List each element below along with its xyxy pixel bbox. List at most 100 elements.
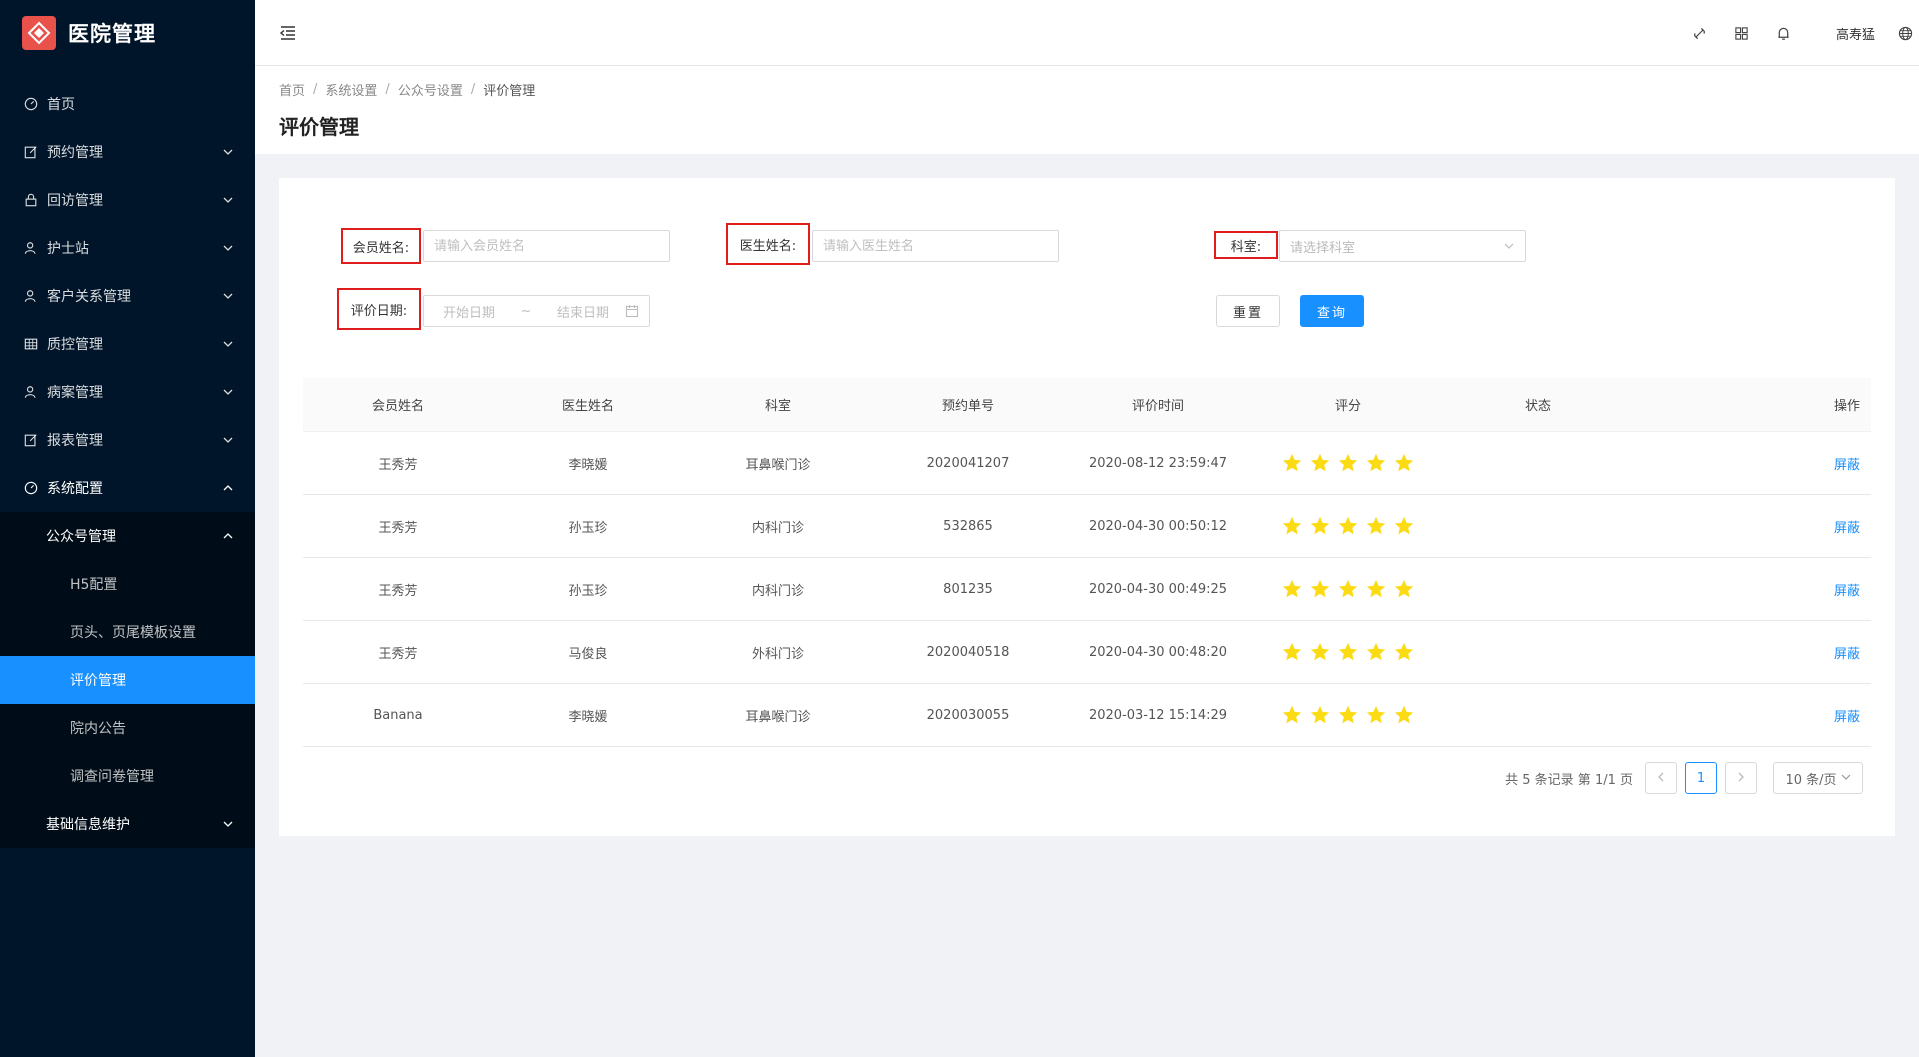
star-icon <box>1365 515 1387 537</box>
star-icon <box>1281 578 1303 600</box>
logo[interactable]: 医院管理 <box>0 0 255 66</box>
content-card: 会员姓名: 医生姓名: 科室: 请选择科室 评价日期: 开始日期 ~ 结束日期 … <box>279 178 1895 836</box>
sidebar-item-nurse-station[interactable]: 护士站 <box>0 224 255 272</box>
date-separator: ~ <box>520 303 532 319</box>
doctor-name-input[interactable] <box>812 230 1059 262</box>
block-link[interactable]: 屏蔽 <box>1834 521 1860 536</box>
sidebar-item-announcements[interactable]: 院内公告 <box>0 704 255 752</box>
page-size-label: 10 条/页 <box>1785 772 1837 788</box>
block-link[interactable]: 屏蔽 <box>1834 710 1860 725</box>
sidebar-item-review-mgmt[interactable]: 评价管理 <box>0 656 255 704</box>
doctor-name-field[interactable] <box>823 238 1058 254</box>
page-number-button[interactable]: 1 <box>1685 762 1717 794</box>
chevron-down-icon <box>223 818 235 830</box>
cell-order-number: 2020040518 <box>926 644 1010 660</box>
sidebar-item-label: 页头、页尾模板设置 <box>70 625 196 641</box>
sidebar-item-wechat-mgmt[interactable]: 公众号管理 <box>0 512 255 560</box>
cell-department: 耳鼻喉门诊 <box>745 457 811 473</box>
bell-icon[interactable] <box>1774 23 1794 43</box>
star-icon <box>1309 515 1331 537</box>
dashboard-icon <box>23 96 39 112</box>
sidebar-item-home[interactable]: 首页 <box>0 80 255 128</box>
date-start[interactable]: 开始日期 <box>424 302 514 321</box>
cell-department: 内科门诊 <box>751 520 804 536</box>
breadcrumb: 首页 / 系统设置 / 公众号设置 / 评价管理 <box>279 80 1919 99</box>
prev-page-button[interactable] <box>1645 762 1677 794</box>
menu-fold-icon[interactable] <box>278 23 298 43</box>
breadcrumb-separator: / <box>313 82 318 97</box>
table-row: 王秀芳 孙玉珍 内科门诊 801235 2020-04-30 00:49:25 … <box>303 558 1871 621</box>
sidebar-item-quality[interactable]: 质控管理 <box>0 320 255 368</box>
breadcrumb-home[interactable]: 首页 <box>279 80 305 99</box>
globe-icon[interactable] <box>1895 23 1915 43</box>
breadcrumb-separator: / <box>470 82 476 97</box>
star-icon <box>1337 452 1359 474</box>
cell-member: 王秀芳 <box>378 583 418 599</box>
chevron-down-icon <box>223 194 235 206</box>
sidebar-item-reports[interactable]: 报表管理 <box>0 416 255 464</box>
sidebar-item-label: 质控管理 <box>47 337 103 353</box>
block-link[interactable]: 屏蔽 <box>1834 458 1860 473</box>
cell-member: 王秀芳 <box>378 457 418 473</box>
cell-rating <box>1253 452 1443 474</box>
table-header: 会员姓名 医生姓名 科室 预约单号 评价时间 评分 状态 操作 <box>303 378 1871 432</box>
sidebar-item-label: 调查问卷管理 <box>70 769 154 785</box>
department-select[interactable]: 请选择科室 <box>1279 230 1526 262</box>
cell-review-time: 2020-03-12 15:14:29 <box>1088 707 1228 723</box>
user-icon <box>23 288 39 304</box>
breadcrumb-system-settings[interactable]: 系统设置 <box>325 80 377 99</box>
chevron-left-icon <box>1656 771 1666 786</box>
star-icon <box>1309 452 1331 474</box>
sidebar-item-label: 报表管理 <box>47 433 103 449</box>
sidebar-item-appointments[interactable]: 预约管理 <box>0 128 255 176</box>
reset-button[interactable]: 重置 <box>1216 295 1280 327</box>
star-icon <box>1281 704 1303 726</box>
cell-action: 屏蔽 <box>1633 517 1919 536</box>
sidebar-item-survey-mgmt[interactable]: 调查问卷管理 <box>0 752 255 800</box>
query-button[interactable]: 查询 <box>1300 295 1364 327</box>
review-date-range[interactable]: 开始日期 ~ 结束日期 <box>423 295 650 327</box>
page-title: 评价管理 <box>279 115 359 139</box>
sidebar-item-template-settings[interactable]: 页头、页尾模板设置 <box>0 608 255 656</box>
sidebar-item-system-config[interactable]: 系统配置 <box>0 464 255 512</box>
star-icon <box>1281 641 1303 663</box>
sidebar-item-records[interactable]: 病案管理 <box>0 368 255 416</box>
user-name[interactable]: 高寿猛 <box>1836 24 1875 43</box>
edit-icon <box>23 144 39 160</box>
cell-action: 屏蔽 <box>1633 706 1919 725</box>
cell-doctor: 马俊良 <box>568 646 608 662</box>
chevron-up-icon <box>223 530 235 542</box>
apps-icon[interactable] <box>1732 23 1752 43</box>
breadcrumb-wechat-settings[interactable]: 公众号设置 <box>398 80 463 99</box>
chevron-right-icon <box>1736 771 1746 786</box>
star-icon <box>1393 515 1415 537</box>
cell-rating <box>1253 578 1443 600</box>
cell-department: 内科门诊 <box>751 583 804 599</box>
star-icon <box>1365 641 1387 663</box>
link-icon[interactable] <box>1690 23 1710 43</box>
member-name-field[interactable] <box>434 238 669 254</box>
block-link[interactable]: 屏蔽 <box>1834 584 1860 599</box>
sidebar-item-label: 回访管理 <box>47 193 103 209</box>
star-icon <box>1281 515 1303 537</box>
date-end[interactable]: 结束日期 <box>538 302 628 321</box>
edit-icon <box>23 432 39 448</box>
table-icon <box>23 336 39 352</box>
cell-review-time: 2020-04-30 00:48:20 <box>1088 644 1228 660</box>
sidebar-item-basic-info[interactable]: 基础信息维护 <box>0 800 255 848</box>
block-link[interactable]: 屏蔽 <box>1834 647 1860 662</box>
sidebar-item-followup[interactable]: 回访管理 <box>0 176 255 224</box>
sidebar-item-h5-config[interactable]: H5配置 <box>0 560 255 608</box>
star-icon <box>1337 578 1359 600</box>
sidebar-item-crm[interactable]: 客户关系管理 <box>0 272 255 320</box>
cell-action: 屏蔽 <box>1633 454 1919 473</box>
table-row: 王秀芳 李晓媛 耳鼻喉门诊 2020041207 2020-08-12 23:5… <box>303 432 1871 495</box>
cell-rating <box>1253 641 1443 663</box>
star-icon <box>1393 641 1415 663</box>
next-page-button[interactable] <box>1725 762 1757 794</box>
member-name-input[interactable] <box>423 230 670 262</box>
department-placeholder: 请选择科室 <box>1290 240 1356 256</box>
sidebar-item-label: H5配置 <box>70 577 118 593</box>
page-size-select[interactable]: 10 条/页 <box>1773 762 1863 794</box>
column-header: 状态 <box>1524 399 1551 414</box>
